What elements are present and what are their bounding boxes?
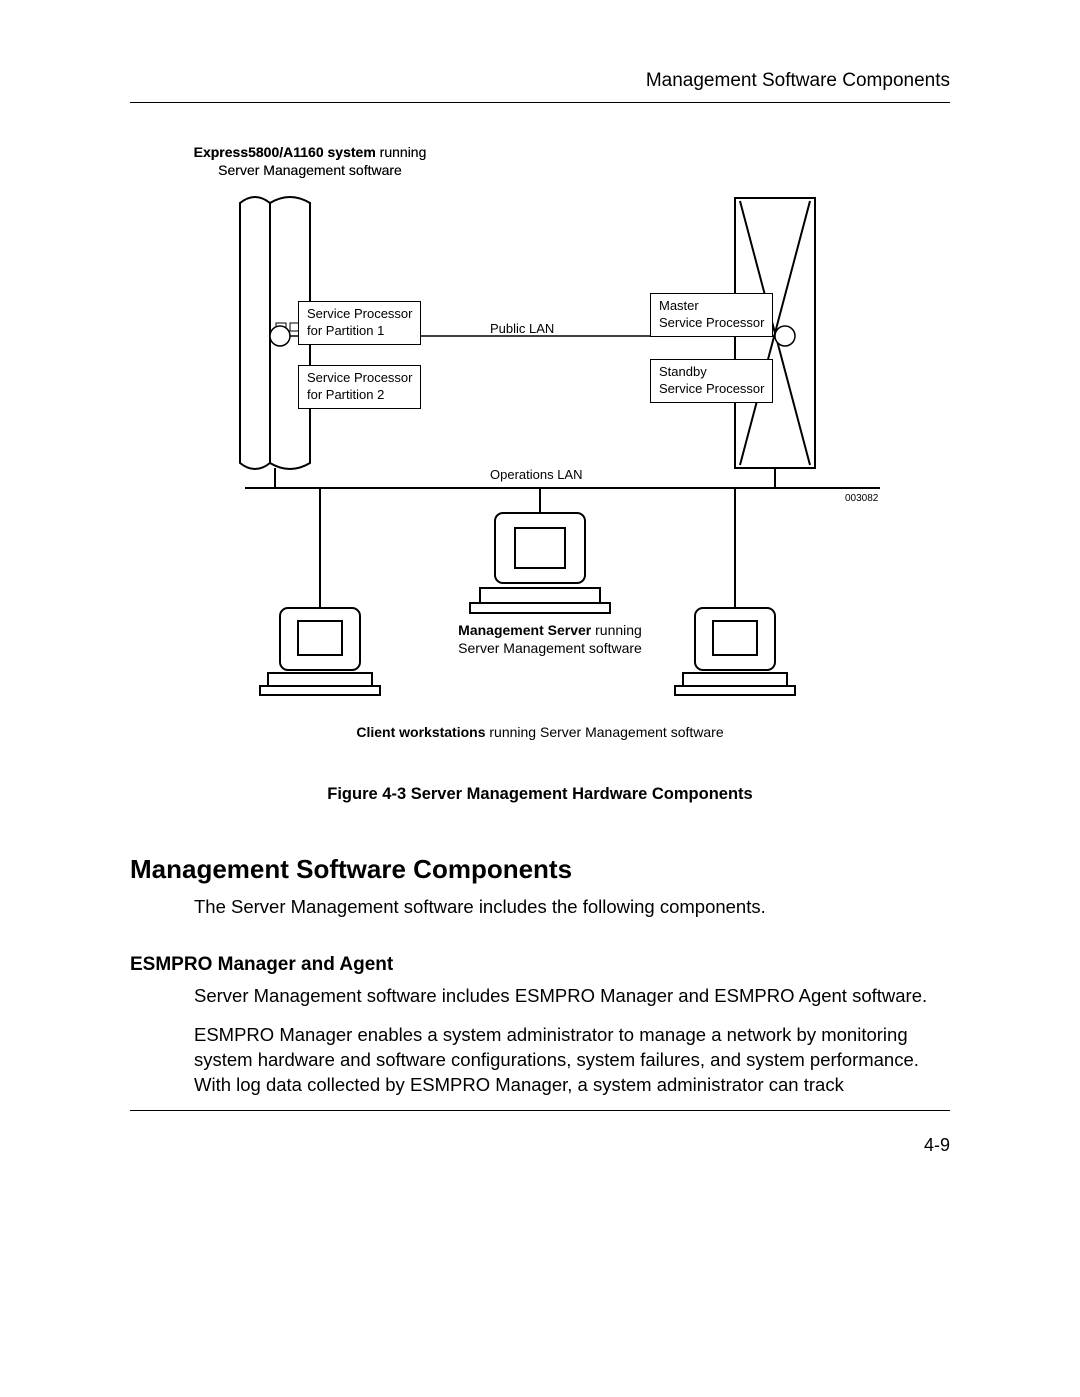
section-heading: Management Software Components	[130, 854, 950, 885]
management-server-computer-icon	[470, 513, 610, 613]
running-head: Management Software Components	[130, 70, 950, 103]
right-system-label: Express5800/A1160 system running Server …	[180, 143, 440, 179]
subsection-heading: ESMPRO Manager and Agent	[130, 954, 950, 976]
operations-lan-label: Operations LAN	[490, 467, 583, 482]
body-paragraph-2: ESMPRO Manager enables a system administ…	[194, 1023, 950, 1098]
client-workstation-left-icon	[260, 608, 380, 695]
page-number: 4-9	[130, 1135, 950, 1156]
master-service-processor-box: MasterService Processor	[650, 293, 773, 337]
service-processor-partition1-box: Service Processorfor Partition 1	[298, 301, 421, 345]
intro-paragraph: The Server Management software includes …	[194, 895, 950, 920]
figure-diagram: Express5800/A1160 system running Server …	[180, 143, 900, 763]
client-workstations-caption: Client workstations running Server Manag…	[320, 723, 760, 741]
footer-rule	[130, 1110, 950, 1111]
body-paragraph-1: Server Management software includes ESMP…	[194, 984, 950, 1009]
figure-ref-number: 003082	[845, 493, 878, 504]
standby-service-processor-box: StandbyService Processor	[650, 359, 773, 403]
client-workstation-right-icon	[675, 608, 795, 695]
figure-caption: Figure 4-3 Server Management Hardware Co…	[130, 785, 950, 804]
public-lan-label: Public LAN	[490, 321, 554, 336]
service-processor-partition2-box: Service Processorfor Partition 2	[298, 365, 421, 409]
management-server-caption: Management Server running Server Managem…	[440, 621, 660, 657]
